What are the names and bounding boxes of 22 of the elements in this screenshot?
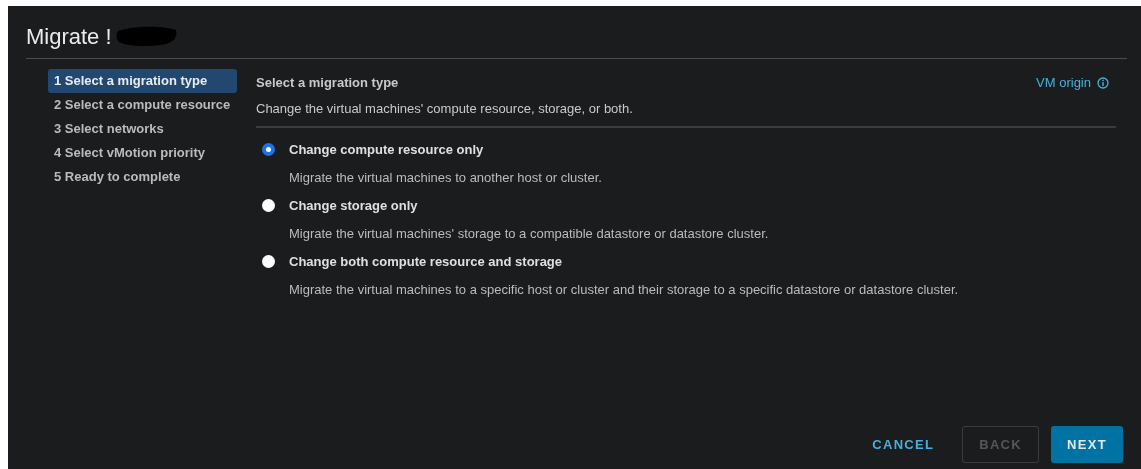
next-button[interactable]: NEXT bbox=[1051, 426, 1123, 463]
wizard-step[interactable]: 3 Select networks bbox=[48, 117, 237, 141]
wizard-step[interactable]: 5 Ready to complete bbox=[48, 165, 237, 189]
section-heading: Select a migration type bbox=[256, 74, 400, 92]
option-label: Change both compute resource and storage bbox=[289, 253, 563, 271]
radio-button[interactable] bbox=[262, 199, 275, 213]
option-label: Change compute resource only bbox=[289, 141, 484, 159]
wizard-step[interactable]: 1 Select a migration type bbox=[48, 69, 237, 93]
section-subtitle: Change the virtual machines' compute resource, storage, or both. bbox=[256, 99, 633, 118]
option-label: Change storage only bbox=[289, 197, 418, 215]
option-description: Migrate the virtual machines to another host or cluster. bbox=[288, 168, 603, 187]
vm-origin-link[interactable]: VM origin bbox=[1036, 73, 1091, 93]
radio-button[interactable] bbox=[262, 255, 275, 269]
redaction-mark bbox=[115, 25, 178, 47]
wizard-step[interactable]: 2 Select a compute resource bbox=[48, 93, 237, 117]
radio-button[interactable] bbox=[262, 143, 275, 157]
wizard-step[interactable]: 4 Select vMotion priority bbox=[48, 141, 237, 165]
info-icon[interactable] bbox=[1097, 76, 1109, 89]
dialog-title: Migrate ! bbox=[26, 22, 112, 51]
cancel-button[interactable]: CANCEL bbox=[856, 426, 951, 463]
option-description: Migrate the virtual machines to a specific host or cluster and their storage to a specific datastore or datastore cluster. bbox=[288, 280, 960, 299]
option-description: Migrate the virtual machines' storage to a compatible datastore or datastore cluster. bbox=[288, 224, 770, 243]
